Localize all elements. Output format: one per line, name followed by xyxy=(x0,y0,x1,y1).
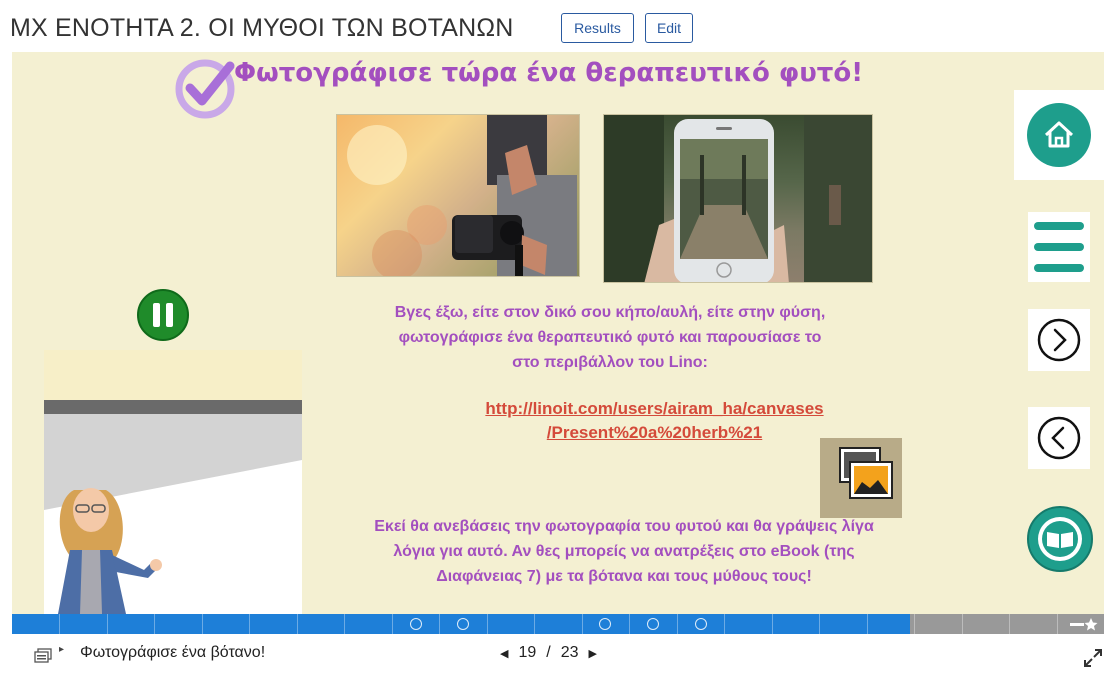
progress-tick xyxy=(962,614,963,634)
progress-tick xyxy=(249,614,250,634)
slide-canvas: Φωτογράφισε τώρα ένα θεραπευτικό φυτό! Β… xyxy=(12,52,1104,614)
next-arrow-icon xyxy=(1037,318,1081,362)
progress-tick xyxy=(724,614,725,634)
progress-tick xyxy=(1009,614,1010,634)
progress-tick xyxy=(819,614,820,634)
menu-icon xyxy=(1034,222,1084,272)
slide-title: Φωτογράφισε τώρα ένα θεραπευτικό φυτό! xyxy=(234,58,864,88)
fullscreen-icon[interactable] xyxy=(1083,648,1103,668)
next-page-icon[interactable]: ▶ xyxy=(589,647,597,660)
upload-line-2: λόγια για αυτό. Αν θες μπορείς να ανατρέ… xyxy=(393,543,855,560)
progress-tick xyxy=(867,614,868,634)
chapter-expand-icon[interactable]: ▸ xyxy=(59,644,64,655)
progress-tick xyxy=(772,614,773,634)
previous-page-icon[interactable]: ◀ xyxy=(500,647,508,660)
instruction-line-2: φωτογράφισε ένα θεραπευτικό φυτό και παρ… xyxy=(398,329,822,346)
progress-tick xyxy=(1057,614,1058,634)
upload-instructions: Εκεί θα ανεβάσεις την φωτογραφία του φυτ… xyxy=(274,514,974,589)
progress-marker[interactable] xyxy=(599,618,611,630)
side-navigation xyxy=(1012,52,1104,614)
menu-button[interactable] xyxy=(1028,212,1090,282)
presenter-scene xyxy=(44,350,302,614)
upload-line-1: Εκεί θα ανεβάσεις την φωτογραφία του φυτ… xyxy=(374,518,874,535)
progress-tick xyxy=(202,614,203,634)
progress-marker[interactable] xyxy=(457,618,469,630)
home-icon xyxy=(1027,103,1091,167)
page-total: 23 xyxy=(560,644,579,661)
progress-tick xyxy=(344,614,345,634)
results-button[interactable]: Results xyxy=(561,13,634,43)
progress-tick xyxy=(534,614,535,634)
page-current: 19 xyxy=(518,644,537,661)
progress-marker[interactable] xyxy=(410,618,422,630)
bottom-bar: ▸ Φωτογράφισε ένα βότανο! ◀ 19 / 23 ▶ xyxy=(0,634,1110,673)
instruction-line-3: στο περιβάλλον του Lino: xyxy=(512,354,708,371)
progress-tick xyxy=(154,614,155,634)
instruction-line-1: Βγες έξω, είτε στον δικό σου κήπο/αυλή, … xyxy=(394,304,826,321)
image-gallery-icon[interactable] xyxy=(820,438,902,518)
progress-marker[interactable] xyxy=(647,618,659,630)
progress-tick xyxy=(392,614,393,634)
home-button[interactable] xyxy=(1014,90,1104,180)
upload-line-3: Διαφάνειας 7) με τα βότανα και τους μύθο… xyxy=(436,568,812,585)
instruction-paragraph: Βγες έξω, είτε στον δικό σου κήπο/αυλή, … xyxy=(310,300,910,375)
smartphone-photo xyxy=(603,114,873,283)
camera-photo xyxy=(336,114,580,277)
lino-link[interactable]: http://linoit.com/users/airam_ha/canvase… xyxy=(432,397,877,445)
lino-link-line-2[interactable]: /Present%20a%20herb%21 xyxy=(432,421,877,445)
page-separator: / xyxy=(546,644,551,661)
progress-tick xyxy=(914,614,915,634)
progress-tick xyxy=(107,614,108,634)
current-slide-label[interactable]: Φωτογράφισε ένα βότανο! xyxy=(80,644,265,662)
progress-tick xyxy=(439,614,440,634)
progress-tick xyxy=(59,614,60,634)
edit-button[interactable]: Edit xyxy=(645,13,693,43)
progress-tick xyxy=(629,614,630,634)
pause-icon[interactable] xyxy=(136,288,190,342)
ebook-button[interactable] xyxy=(1023,502,1097,576)
slides-list-icon[interactable] xyxy=(34,648,52,664)
progress-tick xyxy=(677,614,678,634)
ebook-icon xyxy=(1027,506,1093,572)
bookmark-star-icon[interactable] xyxy=(1070,617,1098,631)
previous-slide-button[interactable] xyxy=(1028,407,1090,469)
progress-marker[interactable] xyxy=(695,618,707,630)
progress-tick xyxy=(297,614,298,634)
slide-progress-bar[interactable] xyxy=(12,614,1104,634)
lesson-title: ΜΧ ΕΝΟΤΗΤΑ 2. ΟΙ ΜΥΘΟΙ ΤΩΝ ΒΟΤΑΝΩΝ xyxy=(10,14,514,42)
lino-link-line-1[interactable]: http://linoit.com/users/airam_ha/canvase… xyxy=(432,397,877,421)
previous-arrow-icon xyxy=(1037,416,1081,460)
slide-pager: ◀ 19 / 23 ▶ xyxy=(500,644,597,662)
progress-tick xyxy=(487,614,488,634)
next-slide-button[interactable] xyxy=(1028,309,1090,371)
checkmark-icon xyxy=(175,59,235,119)
top-bar: ΜΧ ΕΝΟΤΗΤΑ 2. ΟΙ ΜΥΘΟΙ ΤΩΝ ΒΟΤΑΝΩΝ Resul… xyxy=(0,0,1110,52)
progress-tick xyxy=(582,614,583,634)
